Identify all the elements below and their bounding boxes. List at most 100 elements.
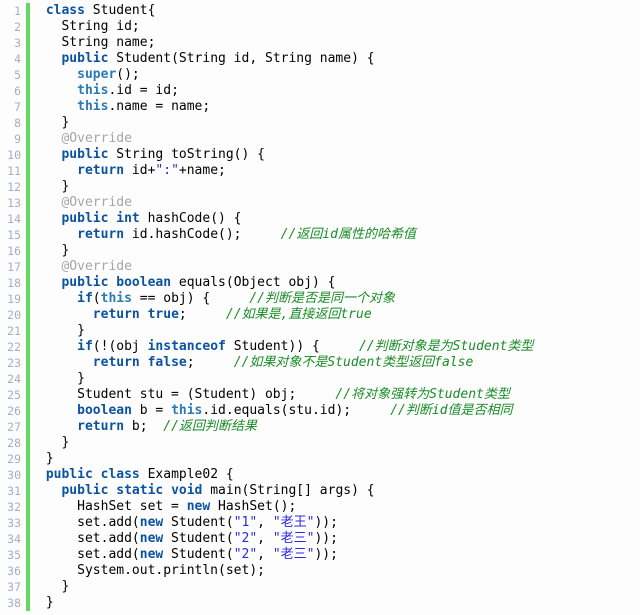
line-number[interactable]: 27 — [0, 419, 25, 435]
line-number[interactable]: 2 — [0, 19, 25, 35]
code-line[interactable]: return id+":"+name; — [38, 163, 640, 179]
code-line[interactable]: } — [38, 371, 640, 387]
line-number[interactable]: 6 — [0, 83, 25, 99]
code-token-plain: .id.equals(stu.id); — [202, 403, 391, 418]
code-line[interactable]: set.add(new Student("2", "老三")); — [38, 531, 640, 547]
code-line[interactable]: public int hashCode() { — [38, 211, 640, 227]
code-line[interactable]: set.add(new Student("1", "老王")); — [38, 515, 640, 531]
code-line[interactable]: return true; //如果是,直接返回true — [38, 307, 640, 323]
code-token-kw: return — [77, 419, 125, 434]
line-number[interactable]: 12 — [0, 179, 25, 195]
code-token-kw: public — [61, 483, 109, 498]
line-number[interactable]: 3 — [0, 35, 25, 51]
line-number[interactable]: 28 — [0, 435, 25, 451]
line-number[interactable]: 26 — [0, 403, 25, 419]
code-token-kw: new — [139, 547, 164, 562]
code-line[interactable]: public boolean equals(Object obj) { — [38, 275, 640, 291]
code-editor[interactable]: 1 2 3 4 5 6 7 8 9 10 11 12 13 14 15 16 17 18 19 20 21 22 23 24 2… — [0, 0, 640, 615]
line-number[interactable]: 22 — [0, 339, 25, 355]
code-line[interactable]: } — [38, 451, 640, 467]
code-line[interactable]: } — [38, 579, 640, 595]
line-number[interactable]: 23 — [0, 355, 25, 371]
line-number[interactable]: 33 — [0, 515, 25, 531]
code-line[interactable]: this.name = name; — [38, 99, 640, 115]
line-number[interactable]: 32 — [0, 499, 25, 515]
code-line[interactable]: HashSet set = new HashSet(); — [38, 499, 640, 515]
line-number[interactable]: 10 — [0, 147, 25, 163]
code-line[interactable]: return false; //如果对象不是Student类型返回false — [38, 355, 640, 371]
line-number[interactable]: 18 — [0, 275, 25, 291]
line-number[interactable]: 25 — [0, 387, 25, 403]
line-number[interactable]: 8 — [0, 115, 25, 131]
code-line[interactable]: boolean b = this.id.equals(stu.id); //判断… — [38, 403, 640, 419]
line-number[interactable]: 38 — [0, 595, 25, 611]
line-number[interactable]: 9 — [0, 131, 25, 147]
code-line[interactable]: } — [38, 243, 640, 259]
line-number[interactable]: 17 — [0, 259, 25, 275]
code-token-plain: } — [38, 595, 54, 610]
code-line[interactable]: } — [38, 435, 640, 451]
code-line[interactable]: System.out.println(set); — [38, 563, 640, 579]
code-token-kw: instanceof — [147, 339, 226, 354]
code-line[interactable]: } — [38, 115, 640, 131]
code-line[interactable]: public static void main(String[] args) { — [38, 483, 640, 499]
code-line[interactable]: @Override — [38, 259, 640, 275]
code-line[interactable]: return id.hashCode(); //返回id属性的哈希值 — [38, 227, 640, 243]
code-line[interactable]: public String toString() { — [38, 147, 640, 163]
code-line[interactable]: public Student(String id, String name) { — [38, 51, 640, 67]
code-token-plain: } — [38, 323, 85, 338]
code-line[interactable]: String id; — [38, 19, 640, 35]
line-number[interactable]: 30 — [0, 467, 25, 483]
line-number[interactable]: 21 — [0, 323, 25, 339]
code-line[interactable]: if(!(obj instanceof Student)) { //判断对象是为… — [38, 339, 640, 355]
code-line[interactable]: @Override — [38, 131, 640, 147]
line-number[interactable]: 19 — [0, 291, 25, 307]
code-line[interactable]: } — [38, 323, 640, 339]
code-content-area[interactable]: class Student{ String id; String name; p… — [30, 0, 640, 615]
code-token-plain: Example02 { — [139, 467, 234, 482]
line-number[interactable]: 34 — [0, 531, 25, 547]
code-line[interactable]: @Override — [38, 195, 640, 211]
code-line[interactable]: return b; //返回判断结果 — [38, 419, 640, 435]
code-line[interactable]: public class Example02 { — [38, 467, 640, 483]
code-token-plain: b; — [124, 419, 164, 434]
code-line[interactable]: set.add(new Student("2", "老三")); — [38, 547, 640, 563]
line-number[interactable]: 35 — [0, 547, 25, 563]
code-token-plain: Student( — [163, 547, 234, 562]
line-number[interactable]: 15 — [0, 227, 25, 243]
code-line[interactable]: } — [38, 179, 640, 195]
code-token-plain: ; — [178, 307, 226, 322]
code-line[interactable]: } — [38, 595, 640, 611]
code-token-plain: ( — [92, 291, 101, 306]
line-number[interactable]: 13 — [0, 195, 25, 211]
code-token-kw: return — [92, 355, 140, 370]
code-line[interactable]: class Student{ — [38, 3, 640, 19]
code-token-kw: public — [61, 211, 109, 226]
line-number[interactable]: 29 — [0, 451, 25, 467]
line-number[interactable]: 31 — [0, 483, 25, 499]
line-number[interactable]: 7 — [0, 99, 25, 115]
line-number[interactable]: 14 — [0, 211, 25, 227]
line-number[interactable]: 24 — [0, 371, 25, 387]
code-line[interactable]: super(); — [38, 67, 640, 83]
line-number[interactable]: 36 — [0, 563, 25, 579]
code-line[interactable]: Student stu = (Student) obj; //将对象强转为Stu… — [38, 387, 640, 403]
line-number[interactable]: 11 — [0, 163, 25, 179]
code-token-kw: class — [45, 3, 85, 18]
line-number[interactable]: 37 — [0, 579, 25, 595]
code-line[interactable]: if(this == obj) { //判断是否是同一个对象 — [38, 291, 640, 307]
line-number[interactable]: 4 — [0, 51, 25, 67]
line-number[interactable]: 20 — [0, 307, 25, 323]
code-token-cmt: //返回id属性的哈希值 — [280, 227, 416, 242]
line-number-gutter[interactable]: 1 2 3 4 5 6 7 8 9 10 11 12 13 14 15 16 17 18 19 20 21 22 23 24 2… — [0, 0, 25, 611]
line-number[interactable]: 1 — [0, 3, 25, 19]
code-line[interactable]: String name; — [38, 35, 640, 51]
code-line[interactable]: this.id = id; — [38, 83, 640, 99]
line-number[interactable]: 16 — [0, 243, 25, 259]
line-number[interactable]: 5 — [0, 67, 25, 83]
